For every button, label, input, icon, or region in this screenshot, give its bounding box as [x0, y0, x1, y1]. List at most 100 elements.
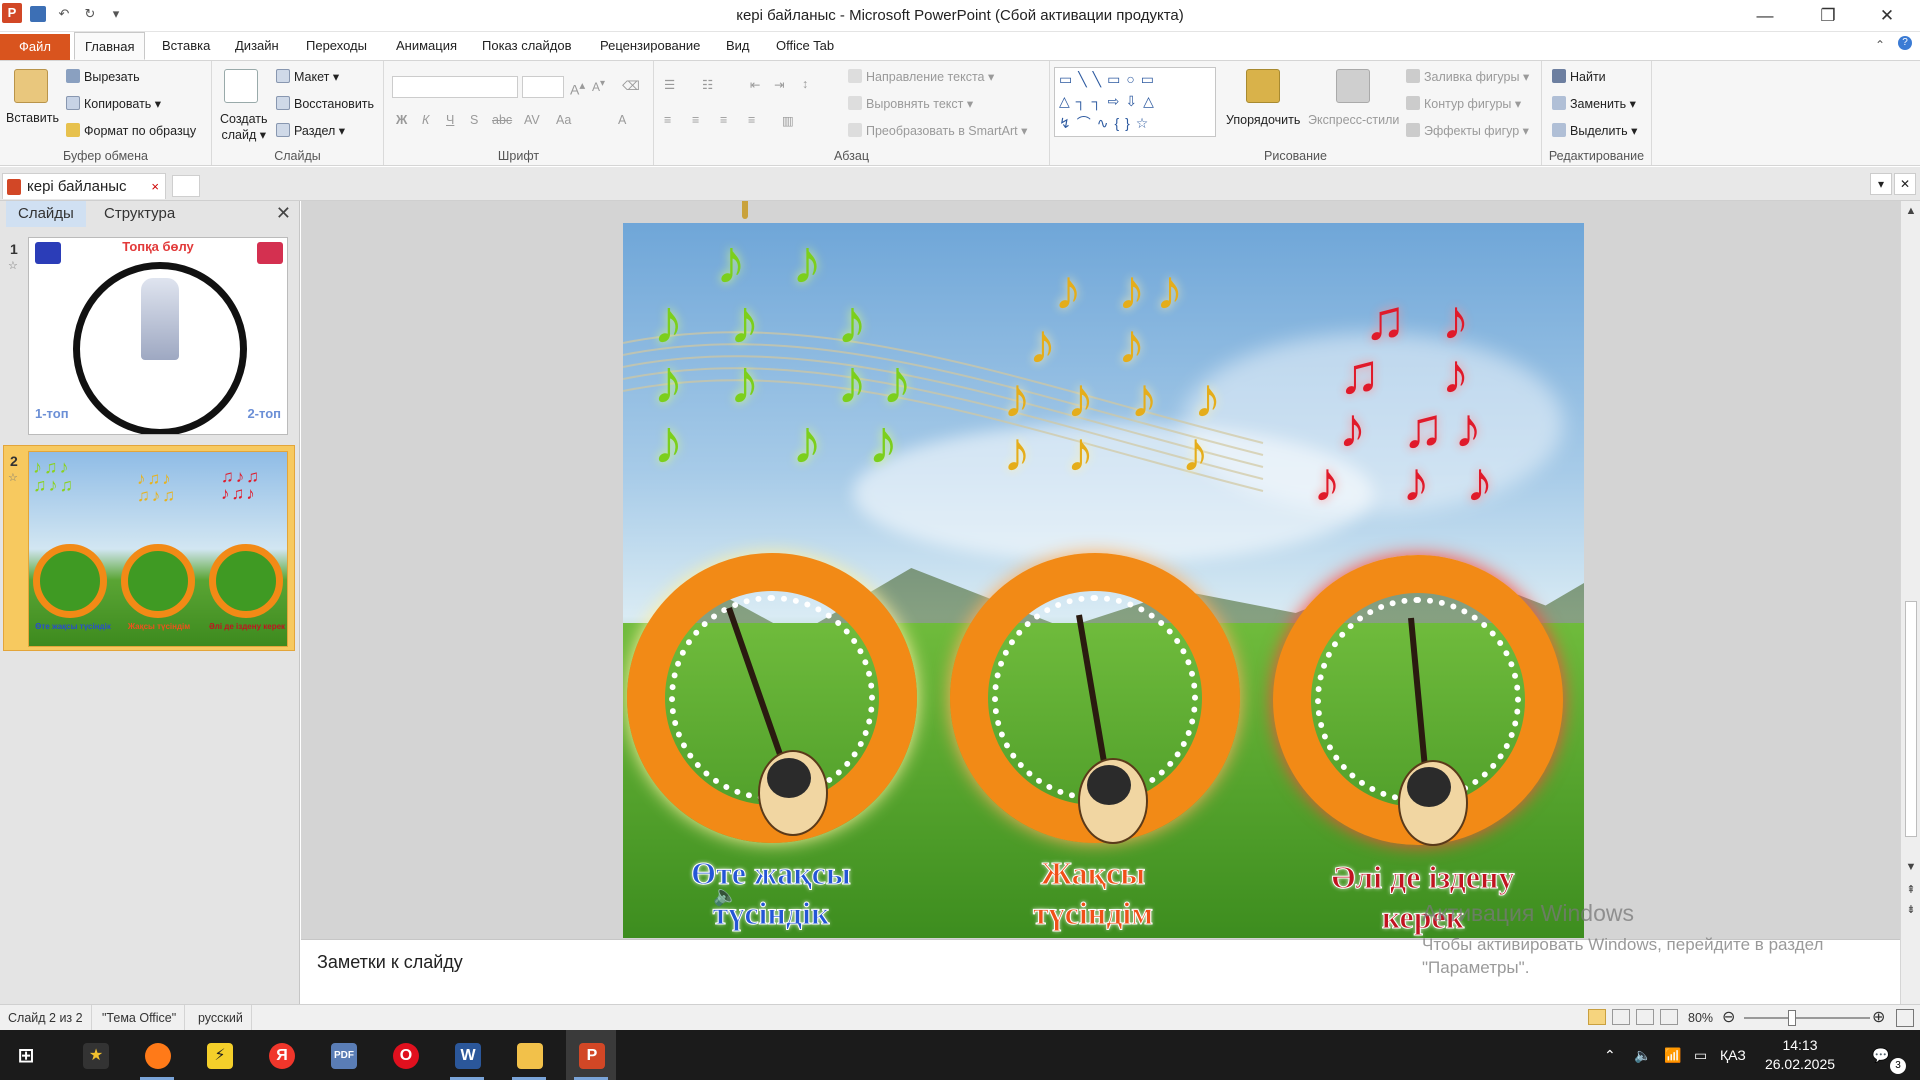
scroll-up-icon[interactable]: ▲ [1901, 205, 1920, 217]
tab-design[interactable]: Дизайн [225, 32, 289, 60]
next-slide-icon[interactable]: ⇟ [1901, 903, 1920, 916]
shapes-gallery[interactable]: ▭╲╲▭○▭ △┐┐⇨⇩△ ↯⌒∿{}☆ [1054, 67, 1216, 137]
new-tab-button[interactable] [172, 175, 200, 197]
underline-icon[interactable]: Ч [446, 113, 454, 127]
clock[interactable]: 14:13 26.02.2025 [1750, 1036, 1850, 1074]
taskbar-explorer[interactable] [504, 1030, 554, 1080]
zoom-slider[interactable] [1744, 1017, 1870, 1019]
spacing-icon[interactable]: AV [524, 113, 540, 127]
taskbar-powerpoint[interactable]: P [566, 1030, 616, 1080]
taskbar-pdf[interactable]: PDF [318, 1030, 368, 1080]
zoom-slider-handle[interactable] [1788, 1010, 1796, 1026]
zoom-out-icon[interactable]: ⊖ [1722, 1007, 1735, 1027]
tab-outline[interactable]: Структура [92, 201, 187, 227]
align-text-button[interactable]: Выровнять текст ▾ [848, 96, 973, 111]
tab-home[interactable]: Главная [74, 32, 146, 60]
section-button[interactable]: Раздел ▾ [276, 123, 345, 138]
strikethrough-icon[interactable]: abc [492, 113, 512, 127]
font-size-select[interactable] [522, 76, 564, 98]
select-button[interactable]: Выделить ▾ [1552, 123, 1637, 138]
speaker-icon[interactable]: 🔈 [713, 883, 738, 908]
grow-font-icon[interactable]: A▴ [570, 78, 585, 98]
tab-transitions[interactable]: Переходы [296, 32, 377, 60]
quick-styles-button[interactable]: Экспресс-стили [1308, 113, 1399, 127]
shape-effects-button[interactable]: Эффекты фигур ▾ [1406, 123, 1529, 138]
close-panel-icon[interactable]: ✕ [276, 203, 291, 224]
fit-to-window-icon[interactable] [1896, 1009, 1914, 1027]
battery-icon[interactable]: ▭ [1694, 1030, 1707, 1080]
close-button[interactable]: ✕ [1858, 0, 1916, 32]
reading-view-icon[interactable] [1636, 1009, 1654, 1025]
tab-insert[interactable]: Вставка [152, 32, 220, 60]
align-center-icon[interactable]: ≡ [692, 113, 699, 127]
tab-animations[interactable]: Анимация [386, 32, 467, 60]
taskbar-yandex-browser[interactable]: ⚡ [194, 1030, 244, 1080]
bullets-icon[interactable]: ☰ [664, 77, 675, 92]
layout-button[interactable]: Макет ▾ [276, 69, 339, 84]
normal-view-icon[interactable] [1588, 1009, 1606, 1025]
bold-icon[interactable]: Ж [396, 113, 407, 127]
font-family-select[interactable] [392, 76, 518, 98]
notifications-icon[interactable]: 💬 [1872, 1030, 1889, 1080]
align-left-icon[interactable]: ≡ [664, 113, 671, 127]
show-hidden-icons[interactable]: ⌃ [1604, 1030, 1616, 1080]
scroll-down-icon[interactable]: ▼ [1901, 861, 1920, 873]
clear-formatting-icon[interactable]: ⌫ [622, 78, 640, 93]
arrange-button[interactable]: Упорядочить [1226, 113, 1300, 127]
align-right-icon[interactable]: ≡ [720, 113, 727, 127]
slide-thumbnail-1[interactable]: Топқа бөлу 1-топ 2-топ [28, 237, 288, 435]
previous-slide-icon[interactable]: ⇞ [1901, 883, 1920, 896]
change-case-icon[interactable]: Aa [556, 113, 571, 127]
shrink-font-icon[interactable]: A▾ [592, 78, 605, 94]
taskbar-app-1[interactable]: ★ [70, 1030, 120, 1080]
taskbar-word[interactable]: W [442, 1030, 492, 1080]
reset-button[interactable]: Восстановить [276, 96, 374, 111]
find-button[interactable]: Найти [1552, 69, 1606, 84]
new-slide-button[interactable]: Создать слайд ▾ [220, 111, 268, 143]
replace-button[interactable]: Заменить ▾ [1552, 96, 1636, 111]
minimize-ribbon-icon[interactable]: ⌃ [1875, 38, 1885, 52]
tab-slideshow[interactable]: Показ слайдов [472, 32, 582, 60]
notes-placeholder[interactable]: Заметки к слайду [317, 952, 463, 973]
vertical-scrollbar[interactable]: ▲ ▼ ⇞ ⇟ [1900, 201, 1920, 1004]
help-icon[interactable]: ? [1898, 36, 1912, 50]
taskbar-opera[interactable]: O [380, 1030, 430, 1080]
smartart-button[interactable]: Преобразовать в SmartArt ▾ [848, 123, 1027, 138]
slideshow-icon[interactable] [1660, 1009, 1678, 1025]
network-icon[interactable]: 📶 [1664, 1030, 1681, 1080]
document-tab[interactable]: кері байланыс × [2, 173, 166, 199]
text-direction-button[interactable]: Направление текста ▾ [848, 69, 994, 84]
slide-thumbnail-2[interactable]: ♪♫♪ ♫♪♫ ♪♫♪ ♫♪♫ ♫♪♫ ♪♫♪ Өте жақсы түсіндік … [28, 451, 288, 647]
quick-styles-icon[interactable] [1336, 69, 1370, 103]
arrange-icon[interactable] [1246, 69, 1280, 103]
taskbar-yandex[interactable]: Я [256, 1030, 306, 1080]
zoom-in-icon[interactable]: ⊕ [1872, 1007, 1885, 1027]
font-color-icon[interactable]: A [618, 113, 626, 127]
new-slide-icon[interactable] [224, 69, 258, 103]
tab-slides[interactable]: Слайды [6, 201, 86, 227]
decrease-indent-icon[interactable]: ⇤ [750, 77, 760, 92]
keyboard-language[interactable]: ҚАЗ [1720, 1030, 1746, 1080]
volume-icon[interactable]: 🔈 [1634, 1030, 1651, 1080]
zoom-level[interactable]: 80% [1688, 1005, 1713, 1031]
slide-sorter-icon[interactable] [1612, 1009, 1630, 1025]
taskbar-firefox[interactable] [132, 1030, 182, 1080]
restore-button[interactable]: ❐ [1799, 0, 1857, 32]
tab-review[interactable]: Рецензирование [590, 32, 710, 60]
language-indicator[interactable]: русский [190, 1005, 252, 1031]
format-painter-button[interactable]: Формат по образцу [66, 123, 196, 138]
shadow-icon[interactable]: S [470, 113, 478, 127]
close-window-tab-icon[interactable]: ✕ [1894, 173, 1916, 195]
shape-fill-button[interactable]: Заливка фигуры ▾ [1406, 69, 1529, 84]
shape-outline-button[interactable]: Контур фигуры ▾ [1406, 96, 1521, 111]
tab-view[interactable]: Вид [716, 32, 760, 60]
close-doc-tab-icon[interactable]: × [151, 174, 159, 200]
italic-icon[interactable]: К [422, 113, 429, 127]
line-spacing-icon[interactable]: ↕ [802, 77, 808, 91]
tab-list-dropdown-icon[interactable]: ▾ [1870, 173, 1892, 195]
columns-icon[interactable]: ▥ [782, 113, 794, 128]
scrollbar-thumb[interactable] [1905, 601, 1917, 837]
tab-file[interactable]: Файл [0, 34, 70, 60]
justify-icon[interactable]: ≡ [748, 113, 755, 127]
tab-office-tab[interactable]: Office Tab [766, 32, 844, 60]
